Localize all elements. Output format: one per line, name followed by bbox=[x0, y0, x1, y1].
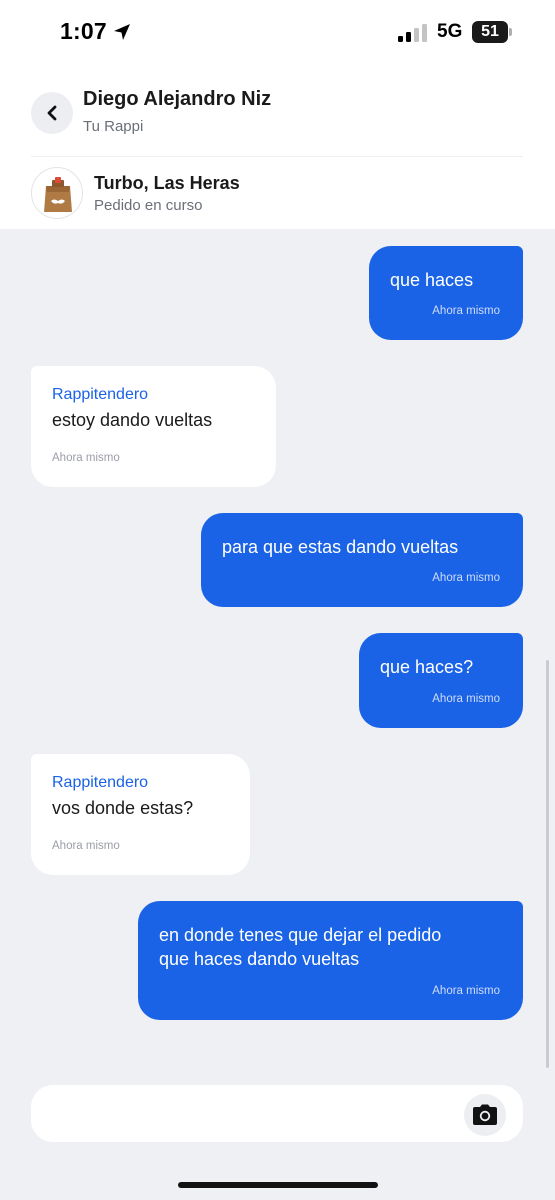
message-sender: Rappitendero bbox=[52, 774, 149, 791]
battery-level: 51 bbox=[481, 23, 499, 40]
message-text: estoy dando vueltas bbox=[52, 410, 213, 430]
message-outgoing: que haces Ahora mismo bbox=[369, 246, 523, 340]
message-outgoing: para que estas dando vueltas Ahora mismo bbox=[201, 513, 523, 607]
message-text: en donde tenes que dejar el pedido que h… bbox=[159, 925, 442, 969]
message-incoming: Rappitendero estoy dando vueltas Ahora m… bbox=[31, 366, 276, 487]
message-incoming: Rappitendero vos donde estas? Ahora mism… bbox=[31, 754, 250, 875]
back-button[interactable] bbox=[31, 92, 73, 134]
chat-area[interactable]: que haces Ahora mismo Rappitendero estoy… bbox=[0, 229, 555, 1200]
paper-bag-icon bbox=[44, 177, 72, 212]
camera-button[interactable] bbox=[464, 1094, 506, 1136]
chat-scrollbar[interactable] bbox=[546, 660, 549, 1068]
location-arrow-icon bbox=[114, 24, 130, 40]
chat-header: Diego Alejandro Niz Tu Rappi bbox=[0, 68, 555, 156]
contact-name: Diego Alejandro Niz bbox=[83, 88, 272, 110]
home-indicator bbox=[178, 1182, 378, 1188]
message-time: Ahora mismo bbox=[52, 452, 120, 464]
status-time: 1:07 bbox=[60, 18, 107, 44]
message-time: Ahora mismo bbox=[52, 840, 120, 852]
camera-icon bbox=[473, 1104, 497, 1125]
message-input[interactable] bbox=[31, 1085, 523, 1142]
store-avatar bbox=[31, 167, 83, 219]
message-text: que haces bbox=[390, 270, 474, 290]
status-bar: 1:07 5G 51 bbox=[0, 0, 555, 68]
network-label: 5G bbox=[437, 21, 463, 42]
signal-icon bbox=[398, 24, 427, 42]
contact-subtitle: Tu Rappi bbox=[83, 118, 144, 135]
chevron-left-icon bbox=[47, 105, 57, 121]
order-status: Pedido en curso bbox=[94, 197, 203, 214]
message-outgoing: en donde tenes que dejar el pedido que h… bbox=[138, 901, 523, 1020]
message-sender: Rappitendero bbox=[52, 386, 149, 403]
message-text: para que estas dando vueltas bbox=[222, 537, 459, 557]
message-time: Ahora mismo bbox=[432, 305, 500, 317]
message-text: que haces? bbox=[380, 657, 474, 677]
message-text: vos donde estas? bbox=[52, 798, 194, 818]
message-time: Ahora mismo bbox=[432, 985, 500, 997]
message-outgoing: que haces? Ahora mismo bbox=[359, 633, 523, 728]
store-name: Turbo, Las Heras bbox=[94, 173, 240, 193]
message-time: Ahora mismo bbox=[432, 693, 500, 705]
battery-icon: 51 bbox=[472, 21, 512, 43]
message-time: Ahora mismo bbox=[432, 572, 500, 584]
order-info[interactable]: Turbo, Las Heras Pedido en curso bbox=[0, 157, 555, 229]
